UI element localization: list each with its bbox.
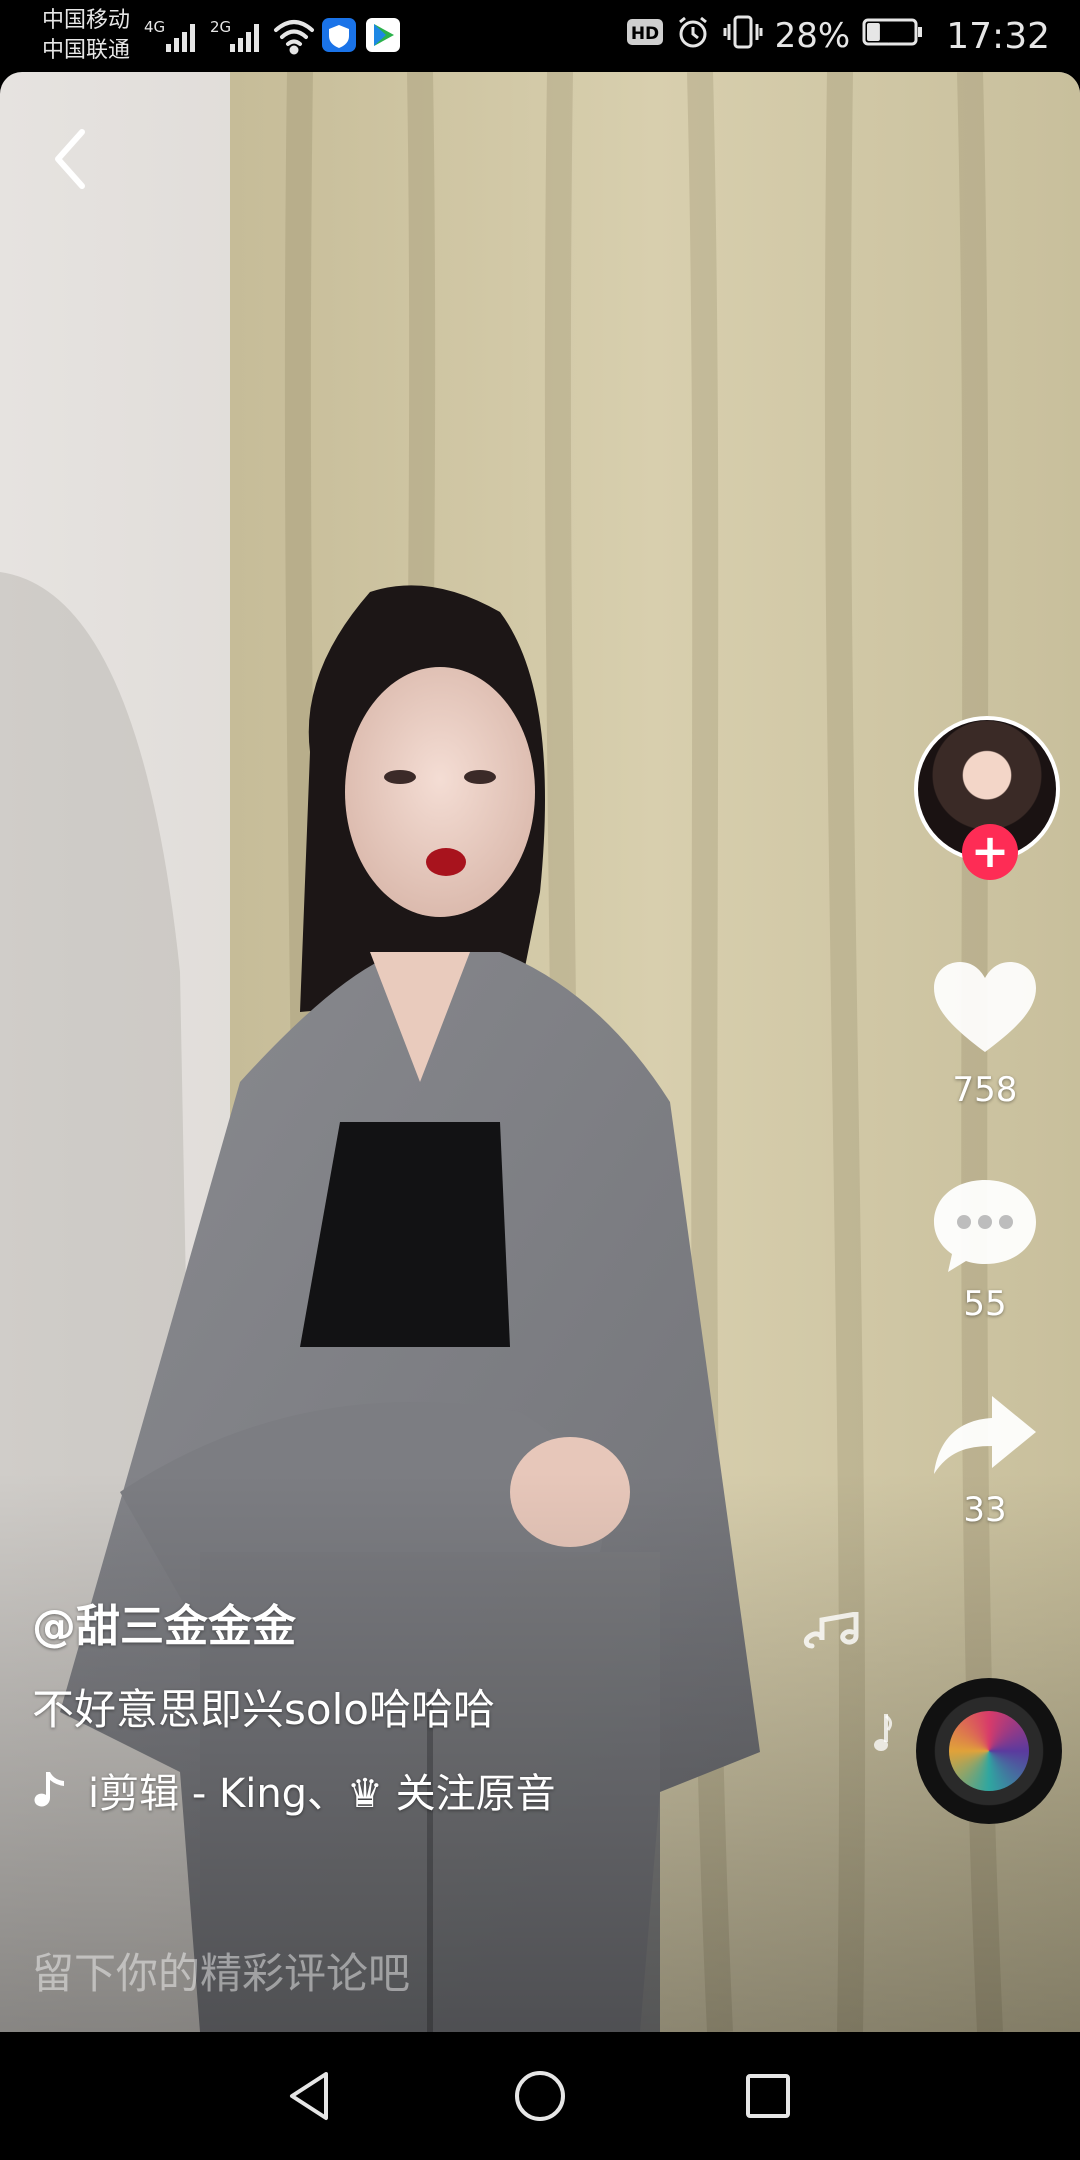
hd-label: HD: [631, 24, 659, 44]
like-button[interactable]: 758: [910, 960, 1060, 1110]
signal-bars-2-icon: [230, 24, 259, 52]
share-button[interactable]: 33: [910, 1390, 1060, 1530]
comment-input-placeholder[interactable]: 留下你的精彩评论吧: [32, 1940, 410, 2001]
wifi-icon: [274, 20, 314, 55]
video-caption: 不好意思即兴solo哈哈哈: [32, 1685, 495, 1734]
tiktok-note-icon: [34, 1772, 64, 1807]
battery-percent: 28%: [774, 16, 851, 56]
comment-button[interactable]: 55: [910, 1176, 1060, 1324]
signal-indicators: 4G 2G: [142, 14, 402, 62]
music-note-floating-icon: [803, 1612, 859, 1649]
play-store-icon: [366, 18, 400, 52]
carrier-1: 中国移动: [42, 8, 131, 33]
alarm-icon: [675, 14, 711, 59]
system-nav-bar: [0, 2032, 1080, 2160]
signal-bars-1-icon: [166, 24, 195, 52]
phone-screen: 中国移动 中国联通 4G 2G HD 28% 17:32 + 758 55 33…: [0, 0, 1080, 2160]
battery-charging-icon: [862, 16, 924, 57]
net-type-2: 2G: [210, 18, 231, 36]
comment-bar[interactable]: 留下你的精彩评论吧: [0, 1908, 1080, 2032]
status-right: HD 28% 17:32: [626, 0, 1050, 72]
author-handle[interactable]: @甜三金金金: [32, 1590, 296, 1654]
plus-icon: +: [970, 824, 1010, 878]
music-cover-image: [949, 1711, 1029, 1791]
circle-home-icon[interactable]: [510, 2066, 570, 2126]
music-title: i剪辑 - King、♛ 关注原音: [88, 1771, 556, 1817]
clock: 17:32: [946, 15, 1050, 57]
heart-icon: [934, 962, 1036, 1052]
follow-button[interactable]: +: [962, 824, 1018, 880]
share-count: 33: [963, 1490, 1007, 1530]
music-note-small-icon: [874, 1714, 893, 1751]
shield-app-icon: [322, 18, 356, 52]
net-type-1: 4G: [144, 18, 165, 36]
carrier-2: 中国联通: [42, 38, 131, 63]
triangle-back-icon[interactable]: [280, 2066, 340, 2126]
like-count: 758: [952, 1070, 1018, 1110]
speech-bubble-icon: [934, 1180, 1036, 1272]
carrier-names: 中国移动 中国联通: [42, 6, 130, 66]
share-arrow-icon: [934, 1396, 1036, 1474]
video-player[interactable]: + 758 55 33 @甜三金金金 不好意思即兴solo哈哈哈 i剪辑 - K…: [0, 72, 1080, 2032]
status-bar: 中国移动 中国联通 4G 2G HD 28% 17:32: [0, 0, 1080, 72]
vibrate-icon: [723, 14, 763, 59]
square-recent-icon[interactable]: [738, 2066, 798, 2126]
music-info[interactable]: i剪辑 - King、♛ 关注原音: [32, 1762, 628, 1818]
music-disc-button[interactable]: [916, 1678, 1062, 1824]
comment-count: 55: [963, 1284, 1007, 1324]
back-button[interactable]: [46, 124, 96, 194]
author-avatar-button[interactable]: +: [914, 716, 1060, 880]
chevron-left-icon: [55, 129, 85, 189]
hd-icon: HD: [626, 16, 663, 56]
